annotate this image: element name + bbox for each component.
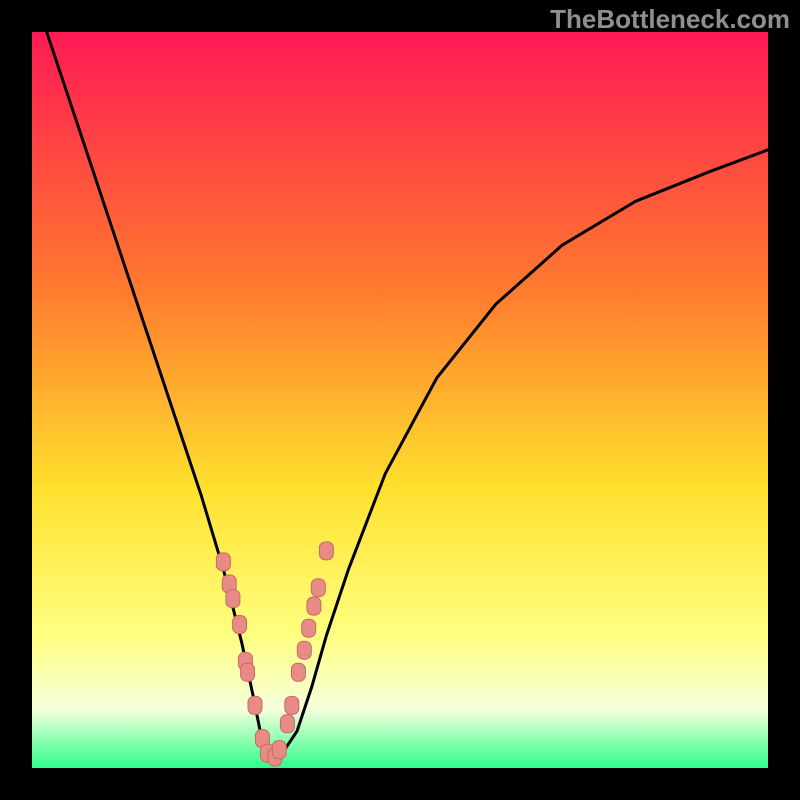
gradient-background [32, 32, 768, 768]
data-point [302, 619, 316, 637]
data-point [216, 553, 230, 571]
data-point [226, 590, 240, 608]
data-point [241, 663, 255, 681]
plot-area [32, 32, 768, 768]
data-point [272, 741, 286, 759]
data-point [280, 715, 294, 733]
chart-svg [32, 32, 768, 768]
data-point [307, 597, 321, 615]
watermark-text: TheBottleneck.com [550, 4, 790, 35]
data-point [291, 663, 305, 681]
data-point [248, 696, 262, 714]
data-point [319, 542, 333, 560]
data-point [311, 579, 325, 597]
data-point [233, 616, 247, 634]
data-point [297, 641, 311, 659]
chart-frame: { "watermark": "TheBottleneck.com", "col… [0, 0, 800, 800]
data-point [285, 696, 299, 714]
